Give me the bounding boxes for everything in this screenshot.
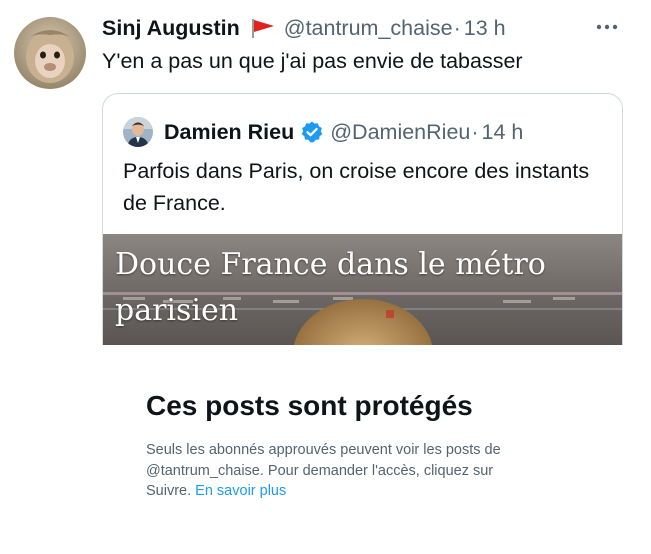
quote-text: Parfois dans Paris, on croise encore des… xyxy=(123,159,590,215)
protected-posts-notice: Ces posts sont protégés Seuls les abonné… xyxy=(146,388,526,502)
quote-author-handle[interactable]: @DamienRieu xyxy=(330,120,470,145)
tweet-text: Y'en a pas un que j'ai pas envie de taba… xyxy=(102,49,523,73)
protected-title: Ces posts sont protégés xyxy=(146,390,473,421)
monkey-avatar-icon xyxy=(14,17,86,89)
tweet-timestamp[interactable]: 13 h xyxy=(464,16,506,41)
quote-media[interactable]: Douce France dans le métro parisien xyxy=(103,234,622,345)
red-flag-icon xyxy=(250,17,276,39)
learn-more-link[interactable]: En savoir plus xyxy=(195,483,286,499)
media-caption-line-2: parisien xyxy=(115,293,239,328)
person-avatar-icon xyxy=(123,117,153,147)
more-options-button[interactable] xyxy=(592,16,622,38)
media-caption: Douce France dans le métro parisien xyxy=(115,242,615,334)
separator-dot: · xyxy=(453,15,461,40)
quote-header: Damien Rieu @DamienRieu · 14 h xyxy=(123,116,622,148)
tweet-header: Sinj Augustin @tantrum_chaise · 13 h xyxy=(102,12,582,44)
media-caption-line-1: Douce France dans le métro xyxy=(115,247,546,282)
quote-author-name[interactable]: Damien Rieu xyxy=(164,120,294,145)
quote-timestamp[interactable]: 14 h xyxy=(482,120,524,145)
quote-author-avatar[interactable] xyxy=(123,117,153,147)
author-handle[interactable]: @tantrum_chaise xyxy=(284,16,453,41)
page: Sinj Augustin @tantrum_chaise · 13 h Y'e… xyxy=(0,0,651,554)
author-name[interactable]: Sinj Augustin xyxy=(102,16,240,41)
quoted-tweet[interactable]: Damien Rieu @DamienRieu · 14 h Parfois d… xyxy=(102,93,623,345)
verified-badge-icon xyxy=(300,120,324,144)
user-avatar[interactable] xyxy=(14,17,86,89)
more-dots-icon xyxy=(596,24,618,30)
quote-separator-dot: · xyxy=(471,119,479,144)
tweet[interactable]: Sinj Augustin @tantrum_chaise · 13 h Y'e… xyxy=(0,0,651,345)
protected-description: Seuls les abonnés approuvés peuvent voir… xyxy=(146,440,526,502)
